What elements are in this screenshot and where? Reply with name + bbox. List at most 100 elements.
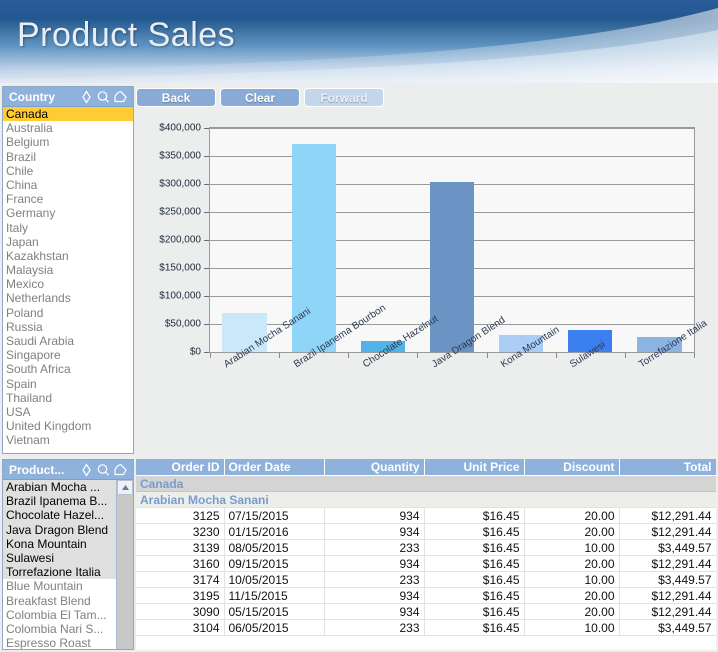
product-list-item[interactable]: Sulawesi <box>3 551 116 565</box>
country-list-item[interactable]: Thailand <box>3 391 133 405</box>
country-list-item[interactable]: Poland <box>3 306 133 320</box>
table-body: CanadaArabian Mocha Sanani312507/15/2015… <box>136 476 716 636</box>
country-list-item[interactable]: Netherlands <box>3 291 133 305</box>
country-list-item[interactable]: United Kingdom <box>3 419 133 433</box>
table-row[interactable]: 316009/15/2015934$16.4520.00$12,291.44 <box>136 556 716 572</box>
table-column-header[interactable]: Total <box>619 459 716 476</box>
table-cell-discount: 10.00 <box>524 540 619 556</box>
table-cell-order-date: 10/05/2015 <box>224 572 324 588</box>
table-row[interactable]: 313908/05/2015233$16.4510.00$3,449.57 <box>136 540 716 556</box>
product-list-item[interactable]: Arabian Mocha ... <box>3 480 116 494</box>
country-list-item[interactable]: South Africa <box>3 362 133 376</box>
table-row[interactable]: 310406/05/2015233$16.4510.00$3,449.57 <box>136 620 716 636</box>
sales-bar-chart: $0$50,000$100,000$150,000$200,000$250,00… <box>136 113 716 450</box>
product-list-item[interactable]: Espresso Roast <box>3 636 116 649</box>
chart-y-tick-label: $0 <box>190 347 201 358</box>
product-list-item[interactable]: Chocolate Hazel... <box>3 508 116 522</box>
country-panel-caption: Country <box>3 87 133 107</box>
chart-y-tick-label: $300,000 <box>159 179 201 190</box>
country-list-item[interactable]: Chile <box>3 164 133 178</box>
table-cell-total: $3,449.57 <box>619 620 716 636</box>
table-cell-discount: 20.00 <box>524 604 619 620</box>
country-list-item[interactable]: Russia <box>3 320 133 334</box>
chart-x-tick-mark <box>348 353 349 358</box>
table-row[interactable]: 317410/05/2015233$16.4510.00$3,449.57 <box>136 572 716 588</box>
chart-plot-area <box>209 127 695 353</box>
chart-x-tick-mark <box>694 353 695 358</box>
table-group-product[interactable]: Arabian Mocha Sanani <box>136 492 716 508</box>
chart-x-tick-mark <box>556 353 557 358</box>
eraser-icon[interactable] <box>112 89 129 105</box>
country-list-item[interactable]: Malaysia <box>3 263 133 277</box>
chart-y-tick-label: $250,000 <box>159 207 201 218</box>
app-header: Product Sales <box>0 0 718 83</box>
country-list-item[interactable]: Germany <box>3 206 133 220</box>
product-list-scrollbar[interactable] <box>116 480 133 649</box>
chart-bar[interactable] <box>430 182 474 352</box>
chart-gridline <box>210 156 694 157</box>
country-list-item[interactable]: USA <box>3 405 133 419</box>
order-details-table[interactable]: Order IDOrder DateQuantityUnit PriceDisc… <box>136 459 716 650</box>
country-list-item[interactable]: Canada <box>3 107 133 121</box>
orders-table: Order IDOrder DateQuantityUnit PriceDisc… <box>136 459 716 636</box>
search-icon[interactable] <box>95 462 112 478</box>
product-list[interactable]: Arabian Mocha ...Brazil Ipanema B...Choc… <box>3 480 116 649</box>
chart-x-tick-mark <box>417 353 418 358</box>
table-column-header[interactable]: Unit Price <box>424 459 524 476</box>
table-column-header[interactable]: Order Date <box>224 459 324 476</box>
navigation-toolbar: Back Clear Forward <box>136 86 716 112</box>
country-list[interactable]: CanadaAustraliaBelgiumBrazilChileChinaFr… <box>3 107 133 453</box>
sort-icon[interactable] <box>78 89 95 105</box>
forward-button[interactable]: Forward <box>304 88 384 107</box>
table-column-header[interactable]: Quantity <box>324 459 424 476</box>
clear-button[interactable]: Clear <box>220 88 300 107</box>
table-cell-quantity: 233 <box>324 572 424 588</box>
table-cell-discount: 20.00 <box>524 508 619 524</box>
table-column-header[interactable]: Order ID <box>136 459 224 476</box>
country-list-item[interactable]: Mexico <box>3 277 133 291</box>
back-button[interactable]: Back <box>136 88 216 107</box>
chart-y-tick-mark <box>204 352 209 353</box>
country-list-item[interactable]: Saudi Arabia <box>3 334 133 348</box>
country-list-item[interactable]: France <box>3 192 133 206</box>
country-list-item[interactable]: Brazil <box>3 150 133 164</box>
product-list-item[interactable]: Kona Mountain <box>3 537 116 551</box>
country-list-item[interactable]: Japan <box>3 235 133 249</box>
product-list-item[interactable]: Torrefazione Italia <box>3 565 116 579</box>
table-column-header[interactable]: Discount <box>524 459 619 476</box>
table-row[interactable]: 309005/15/2015934$16.4520.00$12,291.44 <box>136 604 716 620</box>
country-list-item[interactable]: Kazakhstan <box>3 249 133 263</box>
eraser-icon[interactable] <box>112 462 129 478</box>
country-list-item[interactable]: Vietnam <box>3 433 133 447</box>
product-list-item[interactable]: Brazil Ipanema B... <box>3 494 116 508</box>
table-cell-total: $3,449.57 <box>619 540 716 556</box>
scroll-up-icon[interactable] <box>117 480 133 495</box>
table-group-country[interactable]: Canada <box>136 476 716 492</box>
search-icon[interactable] <box>95 89 112 105</box>
country-list-item[interactable]: China <box>3 178 133 192</box>
table-cell-discount: 10.00 <box>524 572 619 588</box>
chart-y-tick-label: $350,000 <box>159 151 201 162</box>
country-list-item[interactable]: Singapore <box>3 348 133 362</box>
product-list-item[interactable]: Blue Mountain <box>3 579 116 593</box>
product-list-item[interactable]: Breakfast Blend <box>3 594 116 608</box>
chart-x-tick-mark <box>625 353 626 358</box>
sort-icon[interactable] <box>78 462 95 478</box>
product-list-item[interactable]: Java Dragon Blend <box>3 523 116 537</box>
chart-gridline <box>210 128 694 129</box>
table-cell-total: $12,291.44 <box>619 556 716 572</box>
table-row[interactable]: 312507/15/2015934$16.4520.00$12,291.44 <box>136 508 716 524</box>
country-list-item[interactable]: Australia <box>3 121 133 135</box>
table-cell-total: $12,291.44 <box>619 524 716 540</box>
table-cell-total: $12,291.44 <box>619 588 716 604</box>
table-row[interactable]: 319511/15/2015934$16.4520.00$12,291.44 <box>136 588 716 604</box>
chart-inner: $0$50,000$100,000$150,000$200,000$250,00… <box>138 115 714 448</box>
table-row[interactable]: 323001/15/2016934$16.4520.00$12,291.44 <box>136 524 716 540</box>
table-cell-order-date: 11/15/2015 <box>224 588 324 604</box>
country-list-item[interactable]: Italy <box>3 221 133 235</box>
product-list-item[interactable]: Colombia El Tam... <box>3 608 116 622</box>
table-cell-quantity: 233 <box>324 620 424 636</box>
country-list-item[interactable]: Spain <box>3 377 133 391</box>
product-list-item[interactable]: Colombia Nari S... <box>3 622 116 636</box>
country-list-item[interactable]: Belgium <box>3 135 133 149</box>
